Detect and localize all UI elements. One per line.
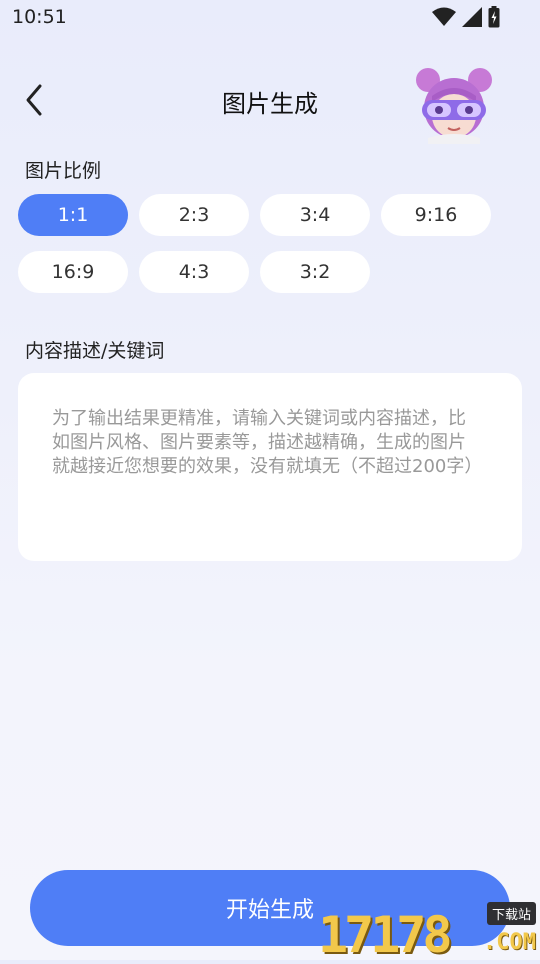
ratio-option-3-4[interactable]: 3:4 bbox=[260, 194, 370, 236]
status-icons bbox=[432, 6, 500, 28]
status-time: 10:51 bbox=[12, 6, 67, 28]
description-label: 内容描述/关键词 bbox=[25, 340, 165, 362]
signal-icon bbox=[462, 7, 482, 27]
description-input[interactable] bbox=[52, 407, 482, 537]
ratio-label: 图片比例 bbox=[25, 160, 102, 182]
header: 图片生成 bbox=[0, 60, 540, 144]
wifi-icon bbox=[432, 7, 456, 27]
ratio-option-1-1[interactable]: 1:1 bbox=[18, 194, 128, 236]
ratio-option-16-9[interactable]: 16:9 bbox=[18, 251, 128, 293]
ratio-option-4-3[interactable]: 4:3 bbox=[139, 251, 249, 293]
battery-icon bbox=[488, 6, 500, 28]
ratio-option-9-16[interactable]: 9:16 bbox=[381, 194, 491, 236]
start-generate-label: 开始生成 bbox=[225, 898, 314, 923]
start-generate-button[interactable]: 开始生成 bbox=[30, 870, 510, 946]
status-bar: 10:51 bbox=[0, 0, 540, 36]
ratio-option-3-2[interactable]: 3:2 bbox=[260, 251, 370, 293]
description-box bbox=[18, 373, 522, 561]
ratio-option-2-3[interactable]: 2:3 bbox=[139, 194, 249, 236]
avatar[interactable] bbox=[412, 66, 496, 144]
